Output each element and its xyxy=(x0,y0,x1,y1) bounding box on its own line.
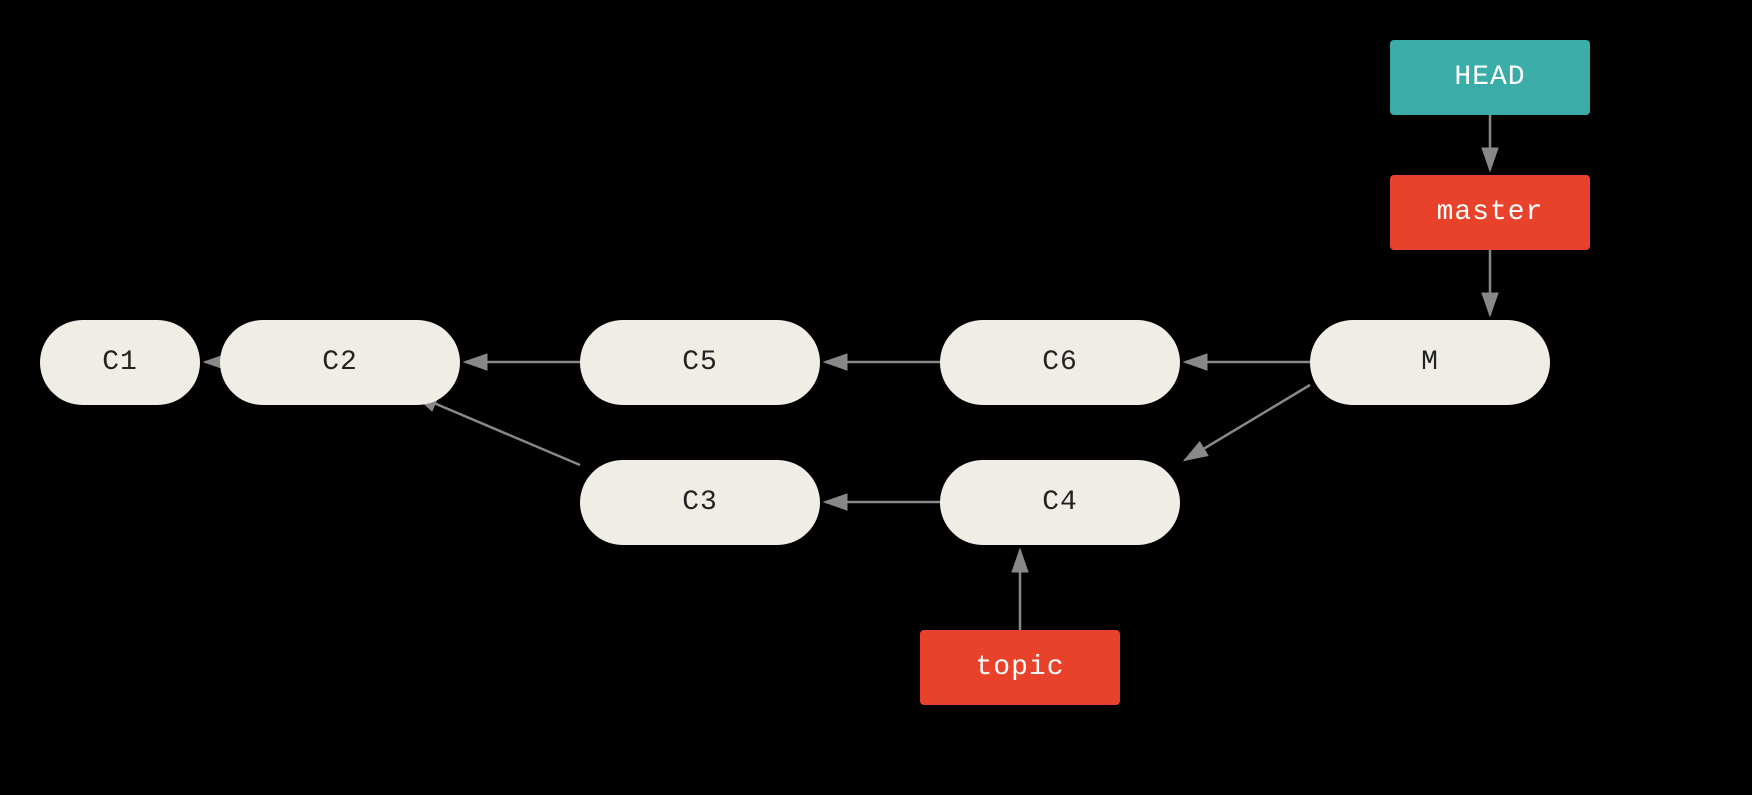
node-C4-label: C4 xyxy=(1042,487,1078,518)
node-C5: C5 xyxy=(580,320,820,405)
node-HEAD-label: HEAD xyxy=(1454,62,1525,93)
node-C2: C2 xyxy=(220,320,460,405)
node-M: M xyxy=(1310,320,1550,405)
node-C2-label: C2 xyxy=(322,347,358,378)
node-topic: topic xyxy=(920,630,1120,705)
node-master-label: master xyxy=(1437,197,1544,228)
node-topic-label: topic xyxy=(975,652,1064,683)
node-C3-label: C3 xyxy=(682,487,718,518)
node-C6-label: C6 xyxy=(1042,347,1078,378)
git-diagram: HEAD master M C6 C5 C2 C1 C4 C3 topic xyxy=(0,0,1752,795)
node-master: master xyxy=(1390,175,1590,250)
node-M-label: M xyxy=(1421,347,1439,378)
node-C1: C1 xyxy=(40,320,200,405)
node-C4: C4 xyxy=(940,460,1180,545)
node-C1-label: C1 xyxy=(102,347,138,378)
node-C3: C3 xyxy=(580,460,820,545)
node-C6: C6 xyxy=(940,320,1180,405)
node-C5-label: C5 xyxy=(682,347,718,378)
node-HEAD: HEAD xyxy=(1390,40,1590,115)
